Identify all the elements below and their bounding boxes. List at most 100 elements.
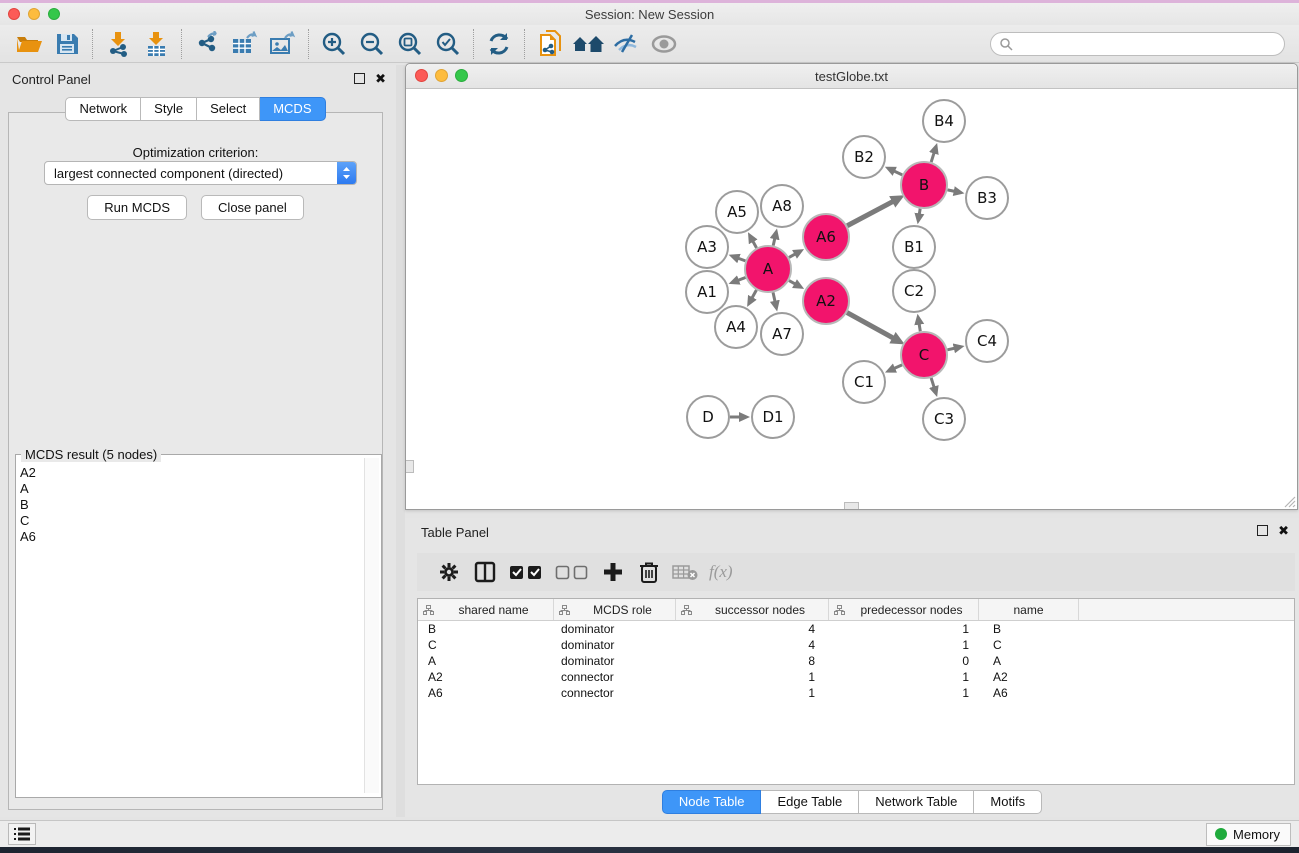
zoom-in-button[interactable]: [315, 28, 353, 60]
panel-divider[interactable]: [396, 65, 405, 817]
column-header-shared-name[interactable]: shared name: [418, 599, 554, 620]
result-list-item[interactable]: A: [20, 481, 36, 497]
delete-column-button[interactable]: [631, 557, 667, 587]
table-cell: A2: [979, 670, 1079, 684]
home-icon: [572, 32, 604, 56]
tab-network[interactable]: Network: [65, 97, 141, 121]
tab-mcds[interactable]: MCDS: [260, 97, 325, 121]
deselect-all-button[interactable]: [549, 557, 595, 587]
float-panel-button[interactable]: [354, 73, 365, 84]
column-header-predecessor-nodes[interactable]: predecessor nodes: [829, 599, 979, 620]
edge-A-A4[interactable]: [751, 290, 756, 300]
edge-A6-B[interactable]: [847, 200, 895, 225]
zoom-out-button[interactable]: [353, 28, 391, 60]
result-list-item[interactable]: C: [20, 513, 36, 529]
minimize-window-button[interactable]: [28, 8, 40, 20]
result-list-item[interactable]: A2: [20, 465, 36, 481]
search-input[interactable]: [1013, 37, 1263, 51]
edge-A-A2[interactable]: [789, 281, 797, 285]
delete-table-button[interactable]: [667, 557, 703, 587]
zoom-window-button[interactable]: [48, 8, 60, 20]
tab-select[interactable]: Select: [197, 97, 260, 121]
task-history-button[interactable]: [8, 823, 36, 845]
column-header-MCDS-role[interactable]: MCDS role: [554, 599, 676, 620]
select-all-button[interactable]: [503, 557, 549, 587]
open-folder-icon: [15, 32, 43, 56]
tab-edge-table[interactable]: Edge Table: [761, 790, 859, 814]
zoom-selected-button[interactable]: [429, 28, 467, 60]
edge-B-B3[interactable]: [948, 190, 957, 192]
table-cell: A6: [979, 686, 1079, 700]
network-window-titlebar[interactable]: testGlobe.txt: [406, 64, 1297, 89]
home-view-button[interactable]: [569, 28, 607, 60]
float-table-panel-button[interactable]: [1257, 525, 1268, 536]
edge-C-C3[interactable]: [931, 378, 935, 390]
import-network-button[interactable]: [99, 28, 137, 60]
export-image-button[interactable]: [264, 28, 302, 60]
export-network-button[interactable]: [188, 28, 226, 60]
edge-A-A1[interactable]: [736, 277, 746, 281]
edge-B-B2[interactable]: [892, 170, 902, 175]
function-builder-button[interactable]: f(x): [709, 562, 733, 582]
table-settings-button[interactable]: [431, 557, 467, 587]
close-window-button[interactable]: [8, 8, 20, 20]
memory-button[interactable]: Memory: [1206, 823, 1291, 846]
new-network-from-selection-button[interactable]: [531, 28, 569, 60]
network-minimize-button[interactable]: [435, 69, 448, 82]
edge-C-C4[interactable]: [947, 348, 956, 350]
edge-A-A6[interactable]: [789, 253, 797, 257]
column-header-name[interactable]: name: [979, 599, 1079, 620]
network-canvas[interactable]: B4B2BB3A8A5A6A3B1AA1C2A2A4A7C4CC1C3DD1: [406, 89, 1297, 509]
close-table-panel-icon[interactable]: ✖: [1278, 525, 1289, 536]
refresh-button[interactable]: [480, 28, 518, 60]
zoom-fit-button[interactable]: [391, 28, 429, 60]
network-document-icon: [537, 30, 563, 58]
optimization-criterion-dropdown[interactable]: largest connected component (directed): [44, 161, 357, 185]
import-table-button[interactable]: [137, 28, 175, 60]
edge-A-A8[interactable]: [773, 236, 775, 245]
export-table-button[interactable]: [226, 28, 264, 60]
network-zoom-button[interactable]: [455, 69, 468, 82]
table-row[interactable]: A2connector11A2: [418, 669, 1294, 685]
tab-node-table[interactable]: Node Table: [662, 790, 762, 814]
show-panels-button[interactable]: [645, 28, 683, 60]
network-graph[interactable]: B4B2BB3A8A5A6A3B1AA1C2A2A4A7C4CC1C3DD1: [406, 89, 1297, 509]
edge-B-B1[interactable]: [919, 209, 920, 217]
node-label-B1: B1: [904, 238, 924, 256]
result-list-item[interactable]: B: [20, 497, 36, 513]
tab-motifs[interactable]: Motifs: [974, 790, 1042, 814]
import-network-icon: [105, 31, 131, 57]
resize-grip-icon[interactable]: [1282, 494, 1296, 508]
edge-C-C2[interactable]: [919, 322, 921, 332]
column-header-successor-nodes[interactable]: successor nodes: [676, 599, 829, 620]
table-row[interactable]: Bdominator41B: [418, 621, 1294, 637]
add-column-button[interactable]: [595, 557, 631, 587]
edge-A-A5[interactable]: [752, 239, 757, 248]
table-row[interactable]: Cdominator41C: [418, 637, 1294, 653]
table-row[interactable]: A6connector11A6: [418, 685, 1294, 701]
edge-A2-C[interactable]: [847, 313, 895, 339]
column-visibility-button[interactable]: [467, 557, 503, 587]
hide-panels-button[interactable]: [607, 28, 645, 60]
result-scrollbar[interactable]: [364, 458, 379, 793]
search-field[interactable]: [990, 32, 1285, 56]
edge-A-A7[interactable]: [773, 292, 775, 303]
network-close-button[interactable]: [415, 69, 428, 82]
node-label-B4: B4: [934, 112, 954, 130]
tab-style[interactable]: Style: [141, 97, 197, 121]
run-mcds-button[interactable]: Run MCDS: [87, 195, 187, 220]
canvas-vertical-scroll-thumb[interactable]: [406, 460, 414, 473]
result-list-item[interactable]: A6: [20, 529, 36, 545]
edge-C-C1[interactable]: [892, 365, 902, 369]
toolbar-separator: [524, 29, 525, 59]
open-session-button[interactable]: [10, 28, 48, 60]
canvas-horizontal-scroll-thumb[interactable]: [844, 502, 859, 509]
edge-B-B4[interactable]: [931, 151, 935, 163]
close-panel-icon[interactable]: ✖: [375, 73, 386, 84]
table-cell: 4: [676, 638, 829, 652]
close-panel-button[interactable]: Close panel: [201, 195, 304, 220]
table-row[interactable]: Adominator80A: [418, 653, 1294, 669]
tab-network-table[interactable]: Network Table: [859, 790, 974, 814]
edge-A-A3[interactable]: [736, 258, 745, 261]
save-session-button[interactable]: [48, 28, 86, 60]
